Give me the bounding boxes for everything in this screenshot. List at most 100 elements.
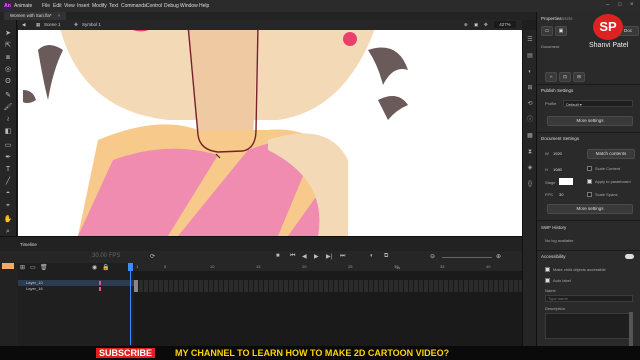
center-stage-icon[interactable]: ⊕ xyxy=(464,22,468,28)
frames-row[interactable] xyxy=(134,286,522,292)
properties-panel-icon[interactable]: ☰ xyxy=(526,36,534,44)
hand-tool-icon[interactable]: ✋ xyxy=(3,216,13,224)
menu-insert[interactable]: Insert xyxy=(77,3,90,9)
zoom-tool-icon[interactable]: ⌕ xyxy=(3,228,13,236)
edit-icon[interactable]: ⊡ xyxy=(559,72,571,82)
menu-control[interactable]: Control xyxy=(146,3,162,9)
paint-brush-icon[interactable]: ≀ xyxy=(3,116,13,124)
zoom-out-timeline-icon[interactable]: ⊖ xyxy=(430,253,435,260)
menu-file[interactable]: File xyxy=(42,3,50,9)
line-tool-icon[interactable]: ╱ xyxy=(3,178,13,186)
clip-icon[interactable]: ▣ xyxy=(474,22,478,28)
layout-icon[interactable]: ⊟ xyxy=(573,72,585,82)
stage-canvas[interactable] xyxy=(18,30,522,236)
menu-modify[interactable]: Modify xyxy=(92,3,107,9)
eyedropper-icon[interactable]: ⌖ xyxy=(3,202,13,210)
publish-more-settings-button[interactable]: More settings xyxy=(547,116,633,126)
show-all-icon[interactable]: ◉ xyxy=(92,264,97,271)
make-child-accessible-checkbox[interactable] xyxy=(545,267,550,272)
publish-icon[interactable]: ▭ xyxy=(541,26,553,36)
menu-commands[interactable]: Commands xyxy=(121,3,147,9)
next-frame-icon[interactable]: ▶| xyxy=(326,253,332,260)
library-panel-icon[interactable]: ▤ xyxy=(526,52,534,60)
document-settings-title[interactable]: Document Settings xyxy=(541,136,579,141)
pen-tool-icon[interactable]: ✒ xyxy=(3,154,13,162)
onion-skin-icon[interactable]: ◐ xyxy=(370,253,374,259)
accessibility-toggle[interactable] xyxy=(625,254,634,259)
swatches-panel-icon[interactable]: ▦ xyxy=(526,132,534,140)
frames-grid[interactable]: 1 5 10 15 20 25 30 35 40 xyxy=(134,263,522,347)
fps-value[interactable]: 30 xyxy=(559,192,563,197)
rectangle-tool-icon[interactable]: ▭ xyxy=(3,142,13,150)
accessibility-name-input[interactable] xyxy=(545,295,633,302)
menu-window[interactable]: Window xyxy=(180,3,198,9)
info-panel-icon[interactable]: ⓘ xyxy=(526,116,534,124)
last-frame-icon[interactable]: ⏭ xyxy=(340,253,345,260)
zoom-level[interactable]: 427% xyxy=(494,21,516,28)
swf-history-title[interactable]: SWF History xyxy=(541,225,566,230)
scale-spans-checkbox[interactable] xyxy=(587,192,592,197)
paint-bucket-icon[interactable]: ◓ xyxy=(3,190,13,198)
prev-frame-icon[interactable]: ◀ xyxy=(302,253,307,260)
close-tab-icon[interactable]: × xyxy=(58,13,61,18)
minimize-icon[interactable]: – xyxy=(606,2,609,8)
brush-tool-icon[interactable]: 🖌 xyxy=(3,104,13,112)
accessibility-description-input[interactable] xyxy=(545,313,633,339)
document-tab[interactable]: Women with Sari.fla* × xyxy=(4,12,67,20)
edit-multiple-icon[interactable]: ⧉ xyxy=(384,253,388,260)
subselection-tool-icon[interactable]: ⇱ xyxy=(3,42,13,50)
stop-icon[interactable]: ■ xyxy=(276,253,280,259)
width-value[interactable]: 1920 xyxy=(553,151,562,156)
layer-row[interactable]: Layer_16 xyxy=(18,286,134,292)
menu-text[interactable]: Text xyxy=(109,3,118,9)
menu-help[interactable]: Help xyxy=(199,3,209,9)
back-arrow-icon[interactable]: ◀ xyxy=(22,22,25,28)
frame-icon[interactable]: ▣ xyxy=(555,26,567,36)
scale-content-checkbox[interactable] xyxy=(587,166,592,171)
selection-tool-icon[interactable]: ➤ xyxy=(3,30,13,38)
apply-to-pasteboard-checkbox[interactable] xyxy=(587,179,592,184)
loop-icon[interactable]: ⟳ xyxy=(150,253,155,260)
document-more-settings-button[interactable]: More settings xyxy=(547,204,633,214)
first-frame-icon[interactable]: ⏮ xyxy=(290,253,295,260)
zoom-in-timeline-icon[interactable]: ⊕ xyxy=(496,253,501,260)
playhead-handle[interactable] xyxy=(128,263,133,271)
close-icon[interactable]: × xyxy=(630,2,634,8)
lasso-tool-icon[interactable]: ʘ xyxy=(3,78,13,86)
edit-symbol-icon[interactable]: ✥ xyxy=(484,22,488,28)
panel-scrollbar[interactable] xyxy=(629,312,633,346)
snap-icon[interactable]: ∩ xyxy=(545,72,557,82)
new-folder-icon[interactable]: ▭ xyxy=(30,264,36,271)
new-layer-icon[interactable]: ⊞ xyxy=(20,264,25,271)
align-panel-icon[interactable]: ⊞ xyxy=(526,84,534,92)
keyframe[interactable] xyxy=(134,280,138,292)
stage-color-swatch[interactable] xyxy=(559,178,573,185)
free-transform-tool-icon[interactable]: ⧈ xyxy=(3,54,13,62)
delete-layer-icon[interactable]: 🗑 xyxy=(40,264,48,271)
maximize-icon[interactable]: □ xyxy=(618,2,622,8)
menu-edit[interactable]: Edit xyxy=(53,3,62,9)
history-panel-icon[interactable]: ⧗ xyxy=(526,148,534,156)
auto-label-checkbox[interactable] xyxy=(545,278,550,283)
code-snippets-icon[interactable]: {} xyxy=(526,180,534,188)
timeline-zoom-slider[interactable] xyxy=(442,257,492,258)
height-value[interactable]: 1080 xyxy=(553,167,562,172)
accessibility-title[interactable]: Accessibility xyxy=(541,254,566,259)
components-panel-icon[interactable]: ◈ xyxy=(526,164,534,172)
match-contents-button[interactable]: Match contents xyxy=(587,149,635,159)
transform-panel-icon[interactable]: ⟲ xyxy=(526,100,534,108)
tab-assets[interactable]: Assets xyxy=(559,16,573,21)
menu-debug[interactable]: Debug xyxy=(164,3,179,9)
breadcrumb-scene[interactable]: Scene 1 xyxy=(44,22,61,27)
menu-view[interactable]: View xyxy=(64,3,75,9)
pencil-tool-icon[interactable]: ✎ xyxy=(3,92,13,100)
lock-all-icon[interactable]: 🔒 xyxy=(102,264,109,271)
3d-rotation-tool-icon[interactable]: ◎ xyxy=(3,66,13,74)
publish-settings-title[interactable]: Publish Settings xyxy=(541,88,573,93)
profile-select[interactable]: Default ▾ xyxy=(563,100,633,107)
play-icon[interactable]: ▶ xyxy=(314,253,319,260)
color-panel-icon[interactable]: ◐ xyxy=(526,68,534,76)
eraser-tool-icon[interactable]: ◧ xyxy=(3,128,13,136)
stage-area[interactable] xyxy=(18,30,522,236)
fps-display[interactable]: 30.00 FPS xyxy=(92,253,120,259)
